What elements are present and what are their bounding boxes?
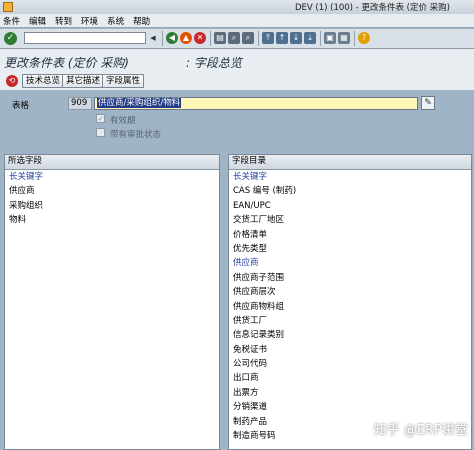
display-change-icon[interactable]: ⟲	[6, 75, 18, 87]
field-catalog-panel: 字段目录 长关键字 CAS 编号 (制药) EAN/UPC 交货工厂地区 价格清…	[228, 154, 472, 450]
command-field[interactable]	[24, 32, 146, 44]
exit-icon[interactable]: ▲	[180, 32, 192, 44]
selected-fields-title: 所选字段	[5, 155, 219, 170]
list-item[interactable]: 出口商	[229, 371, 471, 385]
field-catalog-header-row: 长关键字	[233, 172, 268, 182]
list-item[interactable]: 供应商物料组	[229, 300, 471, 314]
menu-condition[interactable]: 条件	[3, 15, 20, 27]
list-item[interactable]: 交货工厂地区	[229, 213, 471, 227]
content-area: 表格 909 供应商/采购组织/物料 ✎ ✓ 有效期 带有审批状态 所选字段 长…	[0, 90, 474, 450]
list-item-highlighted[interactable]: 供应商	[229, 256, 471, 270]
print-icon[interactable]: ▤	[214, 32, 226, 44]
ok-check-icon[interactable]: ✓	[4, 32, 17, 45]
cancel-icon[interactable]: ✕	[194, 32, 206, 44]
selected-fields-header-row: 长关键字	[9, 172, 44, 182]
edit-description-icon[interactable]: ✎	[421, 96, 435, 110]
prev-page-icon[interactable]: ↑	[276, 32, 288, 44]
last-page-icon[interactable]: ⤓	[304, 32, 316, 44]
selected-fields-panel: 所选字段 长关键字 供应商 采购组织 物料	[4, 154, 220, 450]
first-page-icon[interactable]: ⤒	[262, 32, 274, 44]
toolbar-separator	[210, 31, 211, 46]
menu-bar: 条件 编辑 转到 环境 系统 帮助	[0, 14, 474, 28]
next-page-icon[interactable]: ↓	[290, 32, 302, 44]
table-description-text: 供应商/采购组织/物料	[97, 98, 182, 108]
find-next-icon[interactable]: ⌕	[242, 32, 254, 44]
list-item[interactable]: 优先类型	[229, 242, 471, 256]
command-history-icon[interactable]: ◀	[148, 32, 158, 44]
list-item[interactable]: 采购组织	[5, 199, 219, 213]
menu-system[interactable]: 系统	[107, 15, 124, 27]
back-icon[interactable]: ◀	[166, 32, 178, 44]
watermark: 知乎 @ERP讲堂	[373, 423, 468, 438]
help-icon[interactable]: ?	[358, 32, 370, 44]
table-label: 表格	[12, 101, 30, 111]
list-item[interactable]: 物料	[5, 213, 219, 227]
list-item[interactable]: 供货工厂	[229, 314, 471, 328]
table-description-input[interactable]: 供应商/采购组织/物料	[94, 97, 418, 110]
page-subtitle: : 字段总览	[186, 56, 242, 70]
menu-goto[interactable]: 转到	[55, 15, 72, 27]
list-item[interactable]: CAS 编号 (制药)	[229, 184, 471, 198]
other-description-button[interactable]: 其它描述	[62, 74, 105, 88]
list-item[interactable]: 价格清单	[229, 228, 471, 242]
list-item[interactable]: 信息记录类别	[229, 328, 471, 342]
toolbar-separator	[258, 31, 259, 46]
validity-period-label: 有效期	[110, 116, 136, 126]
toolbar-separator	[354, 31, 355, 46]
list-item[interactable]: 出票方	[229, 386, 471, 400]
toolbar-separator	[162, 31, 163, 46]
find-icon[interactable]: ⌕	[228, 32, 240, 44]
title-bar: DEV (1) (100) - 更改条件表 (定价 采购)	[0, 0, 474, 15]
page-title: 更改条件表 (定价 采购)	[4, 56, 129, 70]
field-catalog-title: 字段目录	[229, 155, 471, 170]
technical-overview-button[interactable]: 技术总览	[22, 74, 65, 88]
table-number-field: 909	[68, 97, 92, 110]
list-item[interactable]: 供应商	[5, 184, 219, 198]
sap-app-icon[interactable]	[3, 2, 13, 12]
release-status-checkbox[interactable]	[96, 128, 105, 137]
list-item[interactable]: EAN/UPC	[229, 199, 471, 213]
toolbar-separator	[320, 31, 321, 46]
list-item[interactable]: 公司代码	[229, 357, 471, 371]
validity-period-checkbox[interactable]: ✓	[96, 114, 105, 123]
standard-toolbar: ✓ ◀ ◀ ▲ ✕ ▤ ⌕ ⌕ ⤒ ↑ ↓ ⤓ ▣ ▦ ?	[0, 29, 474, 49]
list-item[interactable]: 分销渠道	[229, 400, 471, 414]
list-item[interactable]: 供应商子范围	[229, 271, 471, 285]
create-session-icon[interactable]: ▣	[324, 32, 336, 44]
menu-environment[interactable]: 环境	[81, 15, 98, 27]
list-item[interactable]: 供应商层次	[229, 285, 471, 299]
field-attributes-button[interactable]: 字段属性	[102, 74, 145, 88]
menu-help[interactable]: 帮助	[133, 15, 150, 27]
release-status-label: 带有审批状态	[110, 130, 162, 140]
menu-edit[interactable]: 编辑	[29, 15, 46, 27]
list-item[interactable]: 免税证书	[229, 343, 471, 357]
shortcut-icon[interactable]: ▦	[338, 32, 350, 44]
window-title: DEV (1) (100) - 更改条件表 (定价 采购)	[294, 3, 450, 13]
